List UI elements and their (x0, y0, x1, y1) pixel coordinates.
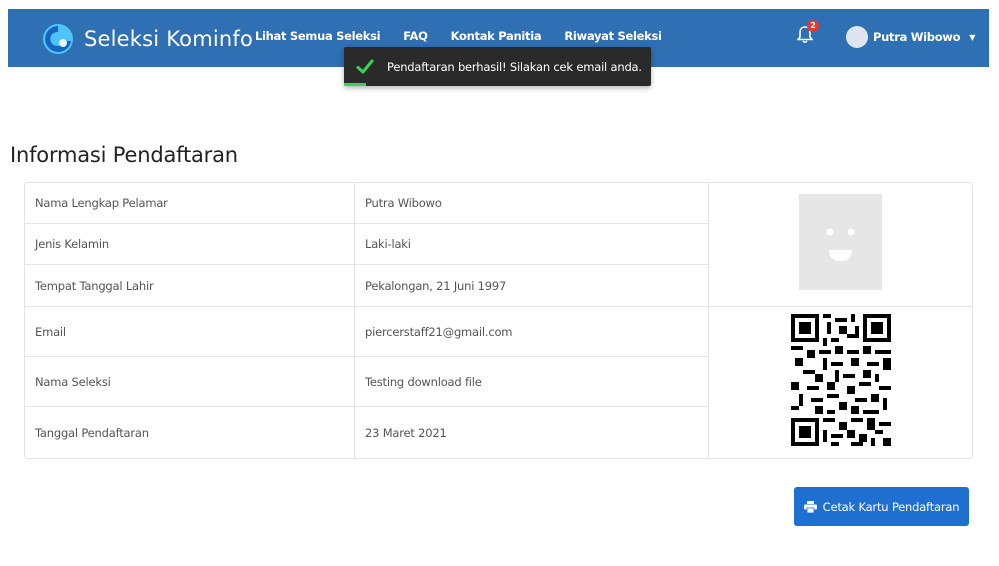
nav-faq[interactable]: FAQ (403, 29, 428, 43)
value-nama-seleksi: Testing download file (355, 357, 709, 407)
value-nama-lengkap: Putra Wibowo (355, 183, 709, 224)
label-email: Email (25, 307, 355, 357)
photo-cell (709, 183, 972, 307)
notification-badge: 2 (807, 20, 819, 32)
avatar (846, 26, 868, 48)
applicant-photo-placeholder (799, 194, 882, 290)
placeholder-face-icon (826, 228, 855, 261)
nav-riwayat-seleksi[interactable]: Riwayat Seleksi (564, 29, 662, 43)
value-email: piercerstaff21@gmail.com (355, 307, 709, 357)
registration-info-table: Nama Lengkap Pelamar Putra Wibowo Jenis … (24, 182, 973, 459)
toast-progress-bar (344, 83, 366, 86)
value-tanggal-pendaftaran: 23 Maret 2021 (355, 407, 709, 458)
notification-button[interactable]: 2 (796, 20, 819, 48)
user-menu[interactable]: Putra Wibowo ▼ (846, 26, 975, 48)
app-title: Seleksi Kominfo (84, 27, 254, 51)
check-icon (356, 59, 374, 74)
kominfo-logo-icon (43, 24, 73, 54)
toast-message: Pendaftaran berhasil! Silakan cek email … (387, 60, 642, 74)
nav-kontak-panitia[interactable]: Kontak Panitia (451, 29, 542, 43)
qr-code (791, 314, 891, 446)
printer-icon (803, 500, 817, 513)
page-title: Informasi Pendaftaran (10, 143, 238, 167)
print-button-label: Cetak Kartu Pendaftaran (822, 499, 960, 514)
label-nama-seleksi: Nama Seleksi (25, 357, 355, 407)
label-tanggal-pendaftaran: Tanggal Pendaftaran (25, 407, 355, 458)
label-jenis-kelamin: Jenis Kelamin (25, 224, 355, 265)
caret-down-icon: ▼ (969, 32, 976, 42)
success-toast[interactable]: Pendaftaran berhasil! Silakan cek email … (344, 47, 651, 86)
value-tempat-tanggal-lahir: Pekalongan, 21 Juni 1997 (355, 265, 709, 307)
print-registration-card-button[interactable]: Cetak Kartu Pendaftaran (794, 487, 969, 526)
main-nav: Lihat Semua Seleksi FAQ Kontak Panitia R… (255, 29, 685, 43)
label-tempat-tanggal-lahir: Tempat Tanggal Lahir (25, 265, 355, 307)
user-name: Putra Wibowo (873, 30, 961, 44)
qr-cell (709, 307, 972, 458)
nav-lihat-semua-seleksi[interactable]: Lihat Semua Seleksi (255, 29, 381, 43)
value-jenis-kelamin: Laki-laki (355, 224, 709, 265)
brand[interactable]: Seleksi Kominfo (42, 23, 253, 55)
label-nama-lengkap: Nama Lengkap Pelamar (25, 183, 355, 224)
